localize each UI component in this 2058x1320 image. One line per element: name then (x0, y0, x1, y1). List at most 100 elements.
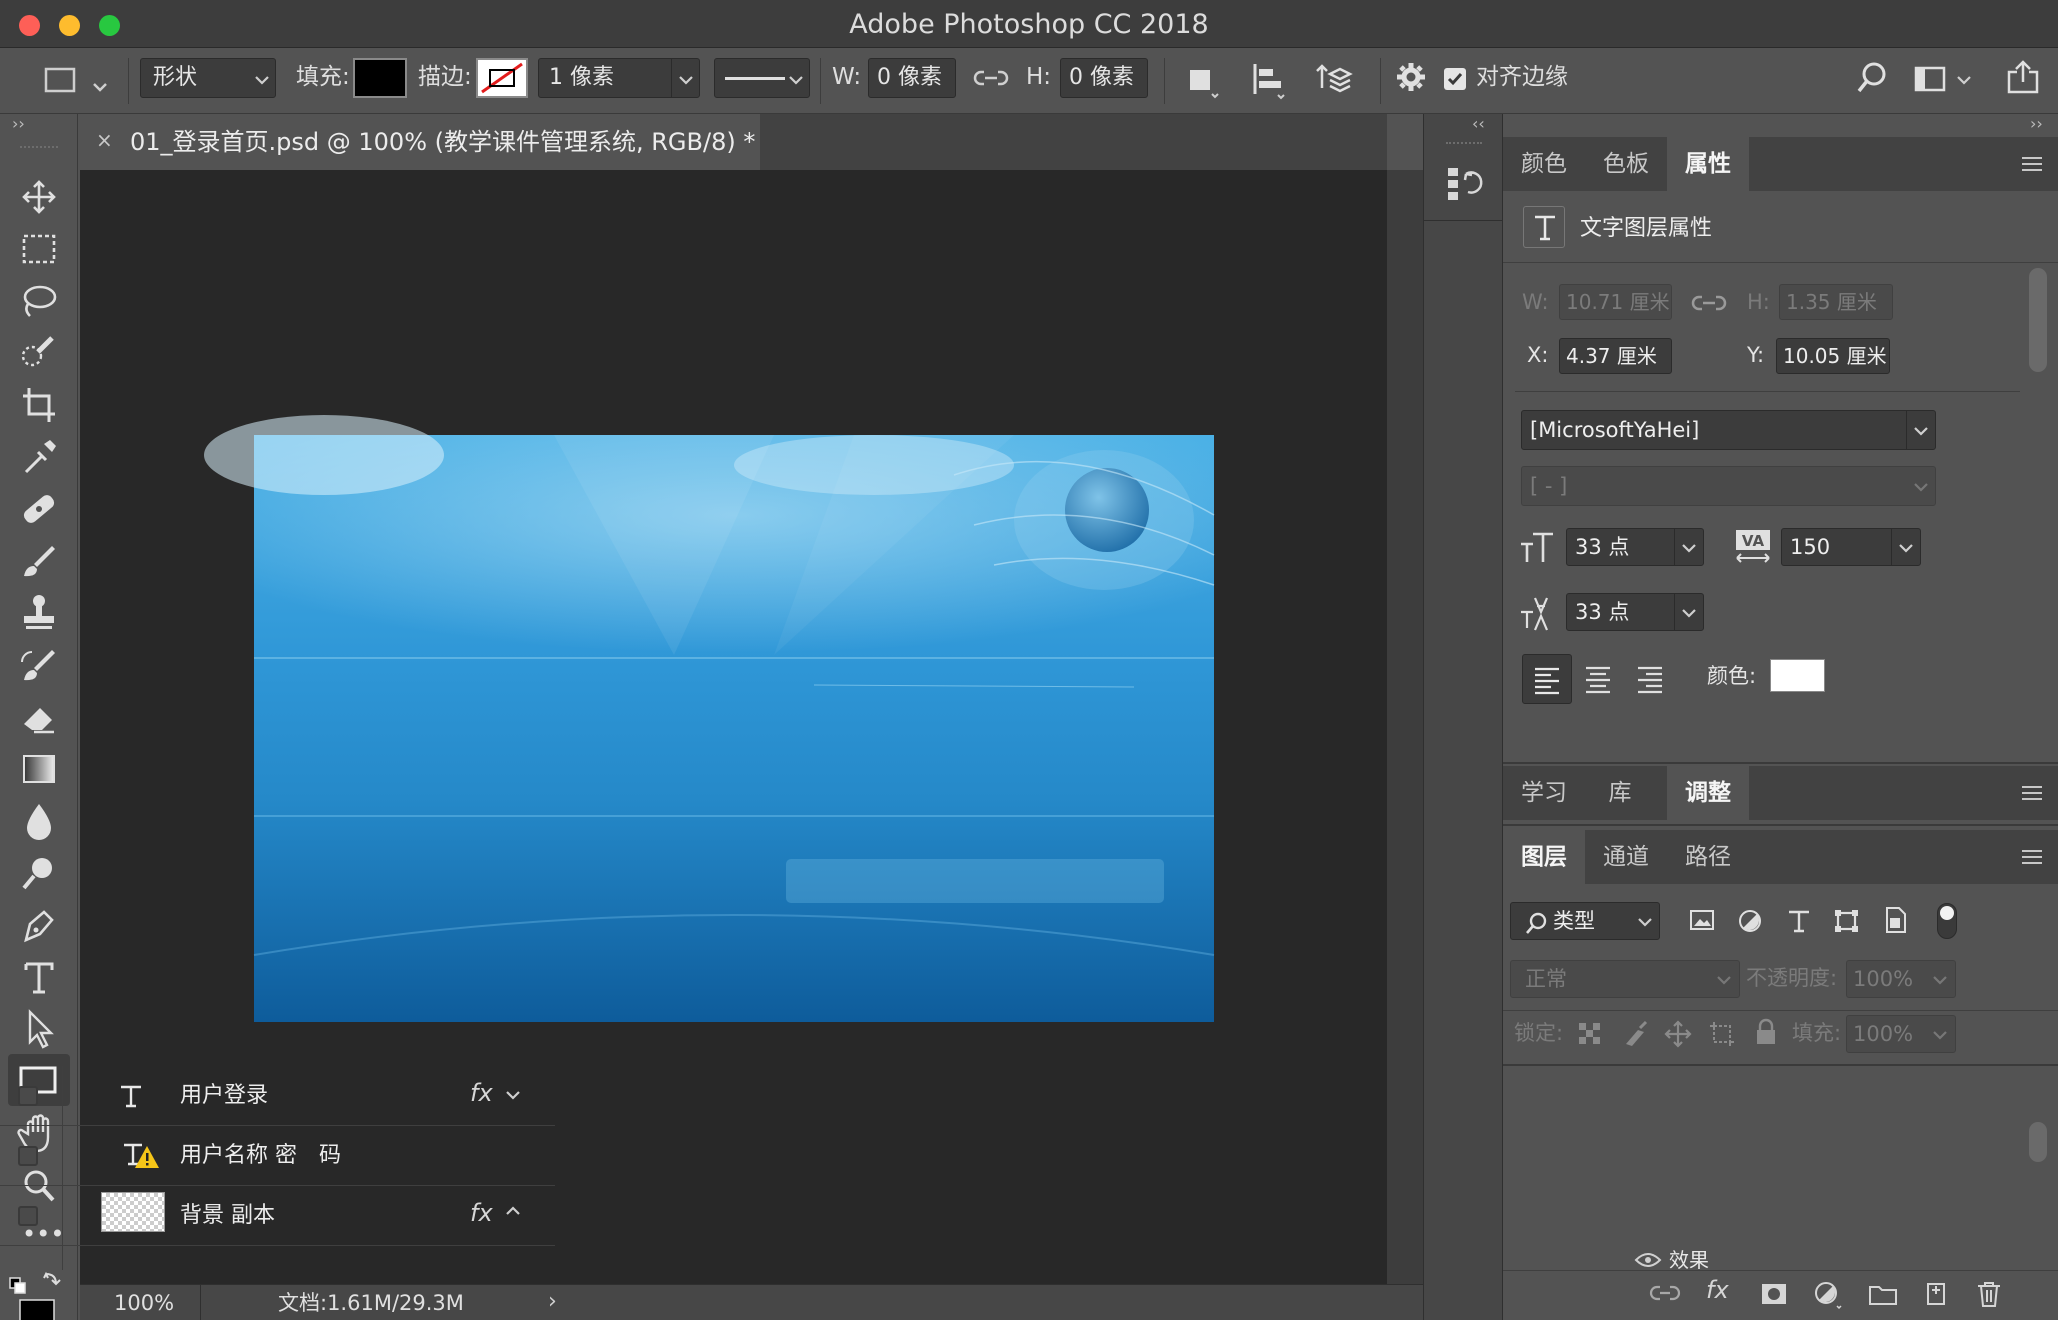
font-size-field[interactable]: 33 点 (1566, 528, 1704, 566)
chevron-down-icon[interactable] (506, 1090, 520, 1100)
gear-icon[interactable] (1396, 62, 1426, 92)
add-style-icon[interactable]: fx (1706, 1278, 1729, 1302)
crop-tool[interactable] (14, 382, 64, 428)
tab-color[interactable]: 颜色 (1503, 137, 1585, 191)
healing-brush-tool[interactable] (14, 486, 64, 532)
gradient-tool[interactable] (14, 746, 64, 792)
quick-selection-tool[interactable] (14, 330, 64, 376)
link-icon[interactable] (973, 66, 1009, 90)
lasso-tool[interactable] (14, 278, 64, 324)
text-color-swatch[interactable] (1770, 659, 1825, 692)
prop-y-field[interactable]: 10.05 厘米 (1776, 338, 1890, 374)
search-icon[interactable] (1856, 62, 1888, 94)
marquee-tool[interactable] (14, 226, 64, 272)
align-edges-checkbox[interactable] (1444, 68, 1466, 90)
type-tool[interactable] (14, 954, 64, 1000)
layer-visibility-toggle[interactable] (18, 1146, 38, 1166)
collapse-panels-icon[interactable]: ›› (2030, 116, 2043, 132)
panel-menu-icon[interactable] (2020, 156, 2044, 172)
tab-properties[interactable]: 属性 (1667, 137, 1749, 191)
width-field[interactable]: 0 像素 (868, 58, 956, 98)
path-alignment-icon[interactable] (1252, 62, 1288, 100)
blur-tool[interactable] (14, 798, 64, 844)
pen-tool[interactable] (14, 902, 64, 948)
path-selection-tool[interactable] (14, 1006, 64, 1052)
chevron-right-icon[interactable]: › (548, 1291, 557, 1313)
add-mask-icon[interactable] (1760, 1282, 1788, 1306)
swap-colors-icon[interactable] (8, 1270, 68, 1320)
tab-libraries[interactable]: 库 (1585, 766, 1655, 820)
smart-object-filter-icon[interactable] (1881, 906, 1909, 934)
document-tab[interactable]: × 01_登录首页.psd @ 100% (教学课件管理系统, RGB/8) * (80, 114, 760, 170)
align-left-button[interactable] (1522, 654, 1572, 704)
eyedropper-tool[interactable] (14, 434, 64, 480)
type-filter-icon[interactable] (1785, 908, 1813, 934)
height-field[interactable]: 0 像素 (1060, 58, 1148, 98)
fx-icon[interactable]: fx (470, 1201, 493, 1225)
dodge-tool[interactable] (14, 850, 64, 896)
path-arrangement-icon[interactable] (1314, 60, 1354, 100)
properties-scrollbar[interactable] (2029, 268, 2047, 372)
history-panel-icon[interactable] (1444, 164, 1484, 204)
align-right-button[interactable] (1626, 654, 1676, 704)
chevron-up-icon[interactable] (506, 1206, 520, 1216)
zoom-level[interactable]: 100% (114, 1293, 174, 1314)
tab-learn[interactable]: 学习 (1503, 766, 1585, 820)
path-operations-icon[interactable] (1188, 64, 1222, 100)
fx-icon[interactable]: fx (470, 1081, 493, 1105)
lock-position-icon[interactable] (1664, 1020, 1692, 1048)
adjustment-layer-icon[interactable] (1813, 1280, 1843, 1310)
lock-pixels-icon[interactable] (1622, 1020, 1648, 1048)
prop-x-field[interactable]: 4.37 厘米 (1559, 338, 1672, 374)
layer-visibility-toggle[interactable] (18, 1086, 38, 1106)
expand-panels-icon[interactable]: ‹‹ (1472, 116, 1485, 132)
history-brush-tool[interactable] (14, 642, 64, 688)
image-filter-icon[interactable] (1689, 908, 1717, 934)
shape-filter-icon[interactable] (1833, 908, 1861, 934)
tab-paths[interactable]: 路径 (1667, 830, 1749, 884)
workspace-icon[interactable] (1914, 64, 1974, 94)
shape-mode-select[interactable]: 形状 (140, 58, 276, 98)
layer-row[interactable]: 背景 副本 fx (0, 1186, 555, 1270)
eye-icon[interactable] (1634, 1252, 1662, 1268)
lock-all-icon[interactable] (1754, 1018, 1778, 1048)
stroke-width-field[interactable]: 1 像素 (538, 58, 700, 98)
close-tab-icon[interactable]: × (96, 130, 113, 150)
tracking-field[interactable]: 150 (1781, 528, 1921, 566)
clone-stamp-tool[interactable] (14, 590, 64, 636)
effects-row[interactable]: 效果 (1503, 1246, 2058, 1270)
panel-menu-icon[interactable] (2020, 785, 2044, 801)
lock-transparent-icon[interactable] (1578, 1022, 1602, 1046)
tool-preset-picker[interactable] (30, 60, 114, 102)
document-info[interactable]: 文档:1.61M/29.3M (278, 1293, 464, 1314)
filter-toggle[interactable] (1937, 903, 1957, 939)
fill-swatch[interactable] (353, 58, 407, 98)
panel-menu-icon[interactable] (2020, 849, 2044, 865)
tab-adjustments[interactable]: 调整 (1667, 766, 1749, 820)
leading-field[interactable]: 33 点 (1566, 593, 1704, 631)
adjustment-filter-icon[interactable] (1737, 908, 1765, 934)
share-icon[interactable] (2006, 58, 2040, 96)
stroke-swatch[interactable] (476, 58, 528, 98)
layers-scrollbar[interactable] (2029, 1122, 2047, 1162)
tab-swatches[interactable]: 色板 (1585, 137, 1667, 191)
delete-layer-icon[interactable] (1976, 1280, 2002, 1308)
layer-row[interactable]: 用户名称 密 码 (0, 1126, 555, 1186)
lock-artboard-icon[interactable] (1708, 1020, 1736, 1048)
move-tool[interactable] (14, 174, 64, 220)
new-group-icon[interactable] (1868, 1282, 1898, 1306)
layer-filter-select[interactable]: 类型 (1510, 902, 1660, 940)
tab-layers[interactable]: 图层 (1503, 830, 1585, 884)
eraser-tool[interactable] (14, 694, 64, 740)
align-center-button[interactable] (1574, 654, 1624, 704)
collapse-tools-icon[interactable]: ›› (12, 116, 25, 132)
new-layer-icon[interactable] (1922, 1280, 1950, 1308)
layer-row[interactable]: 用户登录 fx (0, 1066, 555, 1126)
tab-channels[interactable]: 通道 (1585, 830, 1667, 884)
brush-tool[interactable] (14, 538, 64, 584)
stroke-type-select[interactable] (714, 58, 810, 98)
layer-visibility-toggle[interactable] (18, 1206, 38, 1226)
link-layers-icon[interactable] (1649, 1282, 1681, 1306)
font-family-select[interactable]: [MicrosoftYaHei] (1521, 410, 1936, 450)
vertical-scrollbar[interactable] (1387, 170, 1423, 1284)
